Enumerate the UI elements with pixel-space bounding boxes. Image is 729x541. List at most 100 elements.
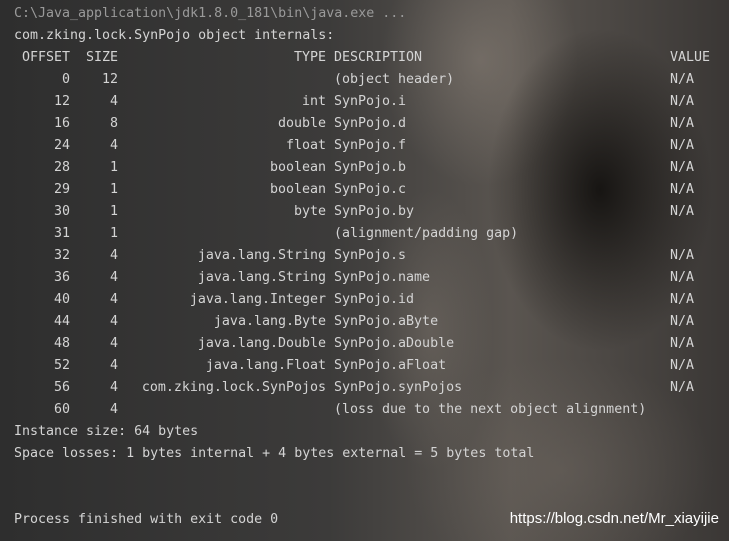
cell-description: (object header) <box>334 72 455 87</box>
table-row: 31 1 (alignment/padding gap) <box>0 223 729 245</box>
table-row: 12 4 int SynPojo.i N/A <box>0 91 729 113</box>
cell-type: double <box>277 116 326 131</box>
cell-type: com.zking.lock.SynPojos <box>141 380 326 395</box>
cell-description: SynPojo.d <box>334 116 407 131</box>
run-console-output[interactable]: C:\Java_application\jdk1.8.0_181\bin\jav… <box>0 0 729 541</box>
cell-type: java.lang.String <box>197 270 326 285</box>
cell-size: 4 <box>109 248 118 263</box>
cell-value: N/A <box>670 292 695 307</box>
cell-description: SynPojo.name <box>334 270 431 285</box>
cell-size: 8 <box>109 116 118 131</box>
cell-description: SynPojo.i <box>334 94 407 109</box>
cell-value: N/A <box>670 116 695 131</box>
cell-value: N/A <box>670 358 695 373</box>
cell-size: 4 <box>109 358 118 373</box>
cell-value: N/A <box>670 182 695 197</box>
cell-size: 1 <box>109 204 118 219</box>
cell-description: (loss due to the next object alignment) <box>334 402 647 417</box>
cell-size: 4 <box>109 138 118 153</box>
table-row: 28 1 boolean SynPojo.b N/A <box>0 157 729 179</box>
table-row: 16 8 double SynPojo.d N/A <box>0 113 729 135</box>
cell-offset: 44 <box>53 314 70 329</box>
cell-value: N/A <box>670 270 695 285</box>
cell-size: 1 <box>109 182 118 197</box>
header-type: TYPE <box>293 50 326 65</box>
cell-value: N/A <box>670 72 695 87</box>
cell-size: 4 <box>109 402 118 417</box>
cell-description: SynPojo.f <box>334 138 407 153</box>
cell-offset: 16 <box>53 116 70 131</box>
cell-value: N/A <box>670 248 695 263</box>
cell-size: 4 <box>109 292 118 307</box>
exit-code-line: Process finished with exit code 0 <box>14 512 279 527</box>
cell-type: java.lang.Float <box>205 358 326 373</box>
table-row: 60 4 (loss due to the next object alignmen… <box>0 399 729 421</box>
cell-description: SynPojo.by <box>334 204 415 219</box>
cell-type: java.lang.String <box>197 248 326 263</box>
cell-size: 4 <box>109 314 118 329</box>
table-row: 36 4 java.lang.String SynPojo.name N/A <box>0 267 729 289</box>
cell-type: java.lang.Double <box>197 336 326 351</box>
header-size: SIZE <box>85 50 118 65</box>
cell-offset: 32 <box>53 248 70 263</box>
cell-offset: 30 <box>53 204 70 219</box>
table-row: 52 4 java.lang.Float SynPojo.aFloat N/A <box>0 355 729 377</box>
header-description: DESCRIPTION <box>334 50 423 65</box>
cell-type: java.lang.Integer <box>189 292 326 307</box>
table-row: 0 12 (object header) N/A <box>0 69 729 91</box>
cell-offset: 29 <box>53 182 70 197</box>
cell-value: N/A <box>670 336 695 351</box>
header-value: VALUE <box>670 50 711 65</box>
cell-description: SynPojo.s <box>334 248 407 263</box>
object-internals-title: com.zking.lock.SynPojo object internals: <box>14 28 335 43</box>
command-line: C:\Java_application\jdk1.8.0_181\bin\jav… <box>14 6 407 21</box>
cell-offset: 36 <box>53 270 70 285</box>
cell-offset: 24 <box>53 138 70 153</box>
instance-size-line: Instance size: 64 bytes <box>14 424 199 439</box>
watermark-url: https://blog.csdn.net/Mr_xiayijie <box>509 510 719 527</box>
cell-description: SynPojo.aByte <box>334 314 439 329</box>
cell-type: boolean <box>269 160 326 175</box>
cell-offset: 0 <box>61 72 70 87</box>
cell-offset: 28 <box>53 160 70 175</box>
cell-size: 1 <box>109 226 118 241</box>
cell-description: SynPojo.c <box>334 182 407 197</box>
cell-value: N/A <box>670 380 695 395</box>
cell-size: 4 <box>109 94 118 109</box>
cell-type: java.lang.Byte <box>213 314 326 329</box>
space-losses-line: Space losses: 1 bytes internal + 4 bytes… <box>14 446 535 461</box>
cell-value: N/A <box>670 138 695 153</box>
cell-offset: 12 <box>53 94 70 109</box>
cell-description: SynPojo.b <box>334 160 407 175</box>
cell-size: 4 <box>109 270 118 285</box>
cell-description: (alignment/padding gap) <box>334 226 519 241</box>
table-row: 24 4 float SynPojo.f N/A <box>0 135 729 157</box>
cell-value: N/A <box>670 314 695 329</box>
cell-type: int <box>301 94 326 109</box>
table-row: 32 4 java.lang.String SynPojo.s N/A <box>0 245 729 267</box>
cell-value: N/A <box>670 94 695 109</box>
cell-value: N/A <box>670 160 695 175</box>
cell-offset: 31 <box>53 226 70 241</box>
cell-description: SynPojo.aFloat <box>334 358 447 373</box>
table-row: 44 4 java.lang.Byte SynPojo.aByte N/A <box>0 311 729 333</box>
cell-offset: 40 <box>53 292 70 307</box>
cell-value: N/A <box>670 204 695 219</box>
table-row: 40 4 java.lang.Integer SynPojo.id N/A <box>0 289 729 311</box>
cell-description: SynPojo.synPojos <box>334 380 463 395</box>
cell-offset: 48 <box>53 336 70 351</box>
cell-type: boolean <box>269 182 326 197</box>
cell-offset: 60 <box>53 402 70 417</box>
cell-offset: 56 <box>53 380 70 395</box>
cell-size: 4 <box>109 380 118 395</box>
cell-description: SynPojo.aDouble <box>334 336 455 351</box>
cell-type: byte <box>293 204 326 219</box>
cell-size: 4 <box>109 336 118 351</box>
cell-size: 1 <box>109 160 118 175</box>
layout-table-header: OFFSET SIZE TYPE DESCRIPTION VALUE <box>0 47 729 69</box>
table-row: 29 1 boolean SynPojo.c N/A <box>0 179 729 201</box>
cell-description: SynPojo.id <box>334 292 415 307</box>
table-row: 30 1 byte SynPojo.by N/A <box>0 201 729 223</box>
cell-size: 12 <box>101 72 118 87</box>
table-row: 56 4 com.zking.lock.SynPojos SynPojo.synPoj… <box>0 377 729 399</box>
